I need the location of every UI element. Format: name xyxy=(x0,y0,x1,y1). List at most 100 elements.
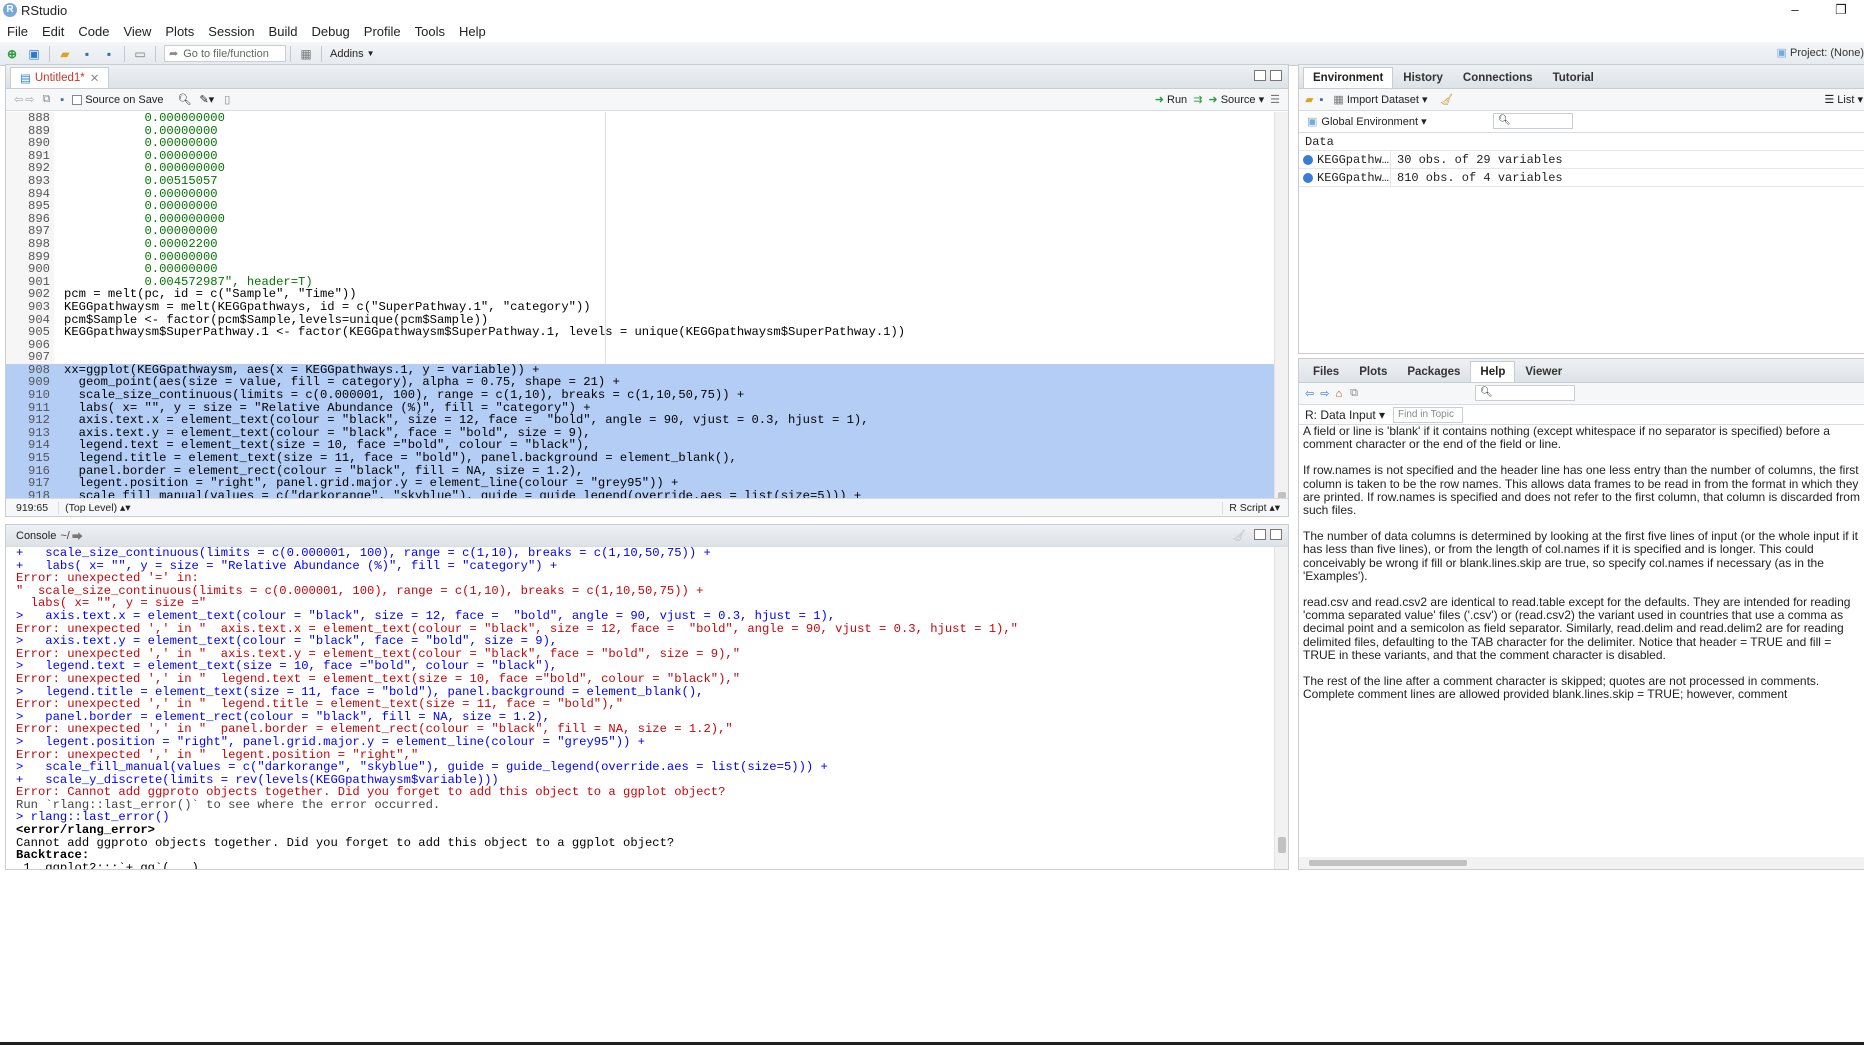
console-pane: Console ~/ ⮕ 🧹︎ + scale_size_continuous(… xyxy=(5,524,1289,870)
minimize-pane-button[interactable] xyxy=(1254,70,1266,81)
scope-selector[interactable]: (Top Level) ▴▾ xyxy=(58,501,131,514)
load-workspace-icon[interactable]: ▰ xyxy=(1305,93,1313,106)
menu-edit[interactable]: Edit xyxy=(35,24,71,39)
code-text: KEGGpathwaysm$SuperPathway.1 <- factor(K… xyxy=(64,325,906,340)
addins-button[interactable]: Addins xyxy=(330,48,364,60)
list-view-selector[interactable]: ☰ List ▾ xyxy=(1824,93,1863,106)
find-in-topic-input[interactable]: Find in Topic xyxy=(1393,407,1463,423)
show-in-window-icon[interactable]: ⧉ xyxy=(42,93,50,106)
home-icon[interactable]: ⌂ xyxy=(1335,388,1342,400)
close-tab-icon[interactable]: ✕ xyxy=(90,71,100,85)
menu-tools[interactable]: Tools xyxy=(408,24,452,39)
tab-plots[interactable]: Plots xyxy=(1349,361,1397,382)
new-file-icon[interactable]: ⊕ xyxy=(4,46,20,62)
show-in-window-icon[interactable]: ⧉ xyxy=(1350,387,1358,400)
help-horizontal-scrollbar[interactable] xyxy=(1299,857,1864,869)
code-line: 893 0.00515057 xyxy=(6,175,1288,188)
menu-code[interactable]: Code xyxy=(71,24,116,39)
source-on-save-checkbox[interactable] xyxy=(72,94,83,105)
maximize-pane-button[interactable] xyxy=(1270,70,1282,81)
environment-tabbar: Environment History Connections Tutorial xyxy=(1299,65,1864,89)
console-title[interactable]: Console xyxy=(16,530,56,542)
back-arrow-icon[interactable]: ⇦ xyxy=(1305,387,1314,400)
environment-row[interactable]: KEGGpathw… 30 obs. of 29 variables xyxy=(1299,151,1864,169)
run-button[interactable]: ➜ Run xyxy=(1155,93,1187,106)
minimize-button[interactable]: – xyxy=(1772,0,1818,20)
environment-row[interactable]: KEGGpathw… 810 obs. of 4 variables xyxy=(1299,169,1864,187)
menu-profile[interactable]: Profile xyxy=(357,24,408,39)
editor-scrollbar[interactable] xyxy=(1274,112,1288,498)
help-search-input[interactable]: 🔍︎ xyxy=(1475,385,1575,401)
clear-console-brush-icon[interactable]: 🧹︎ xyxy=(1232,529,1246,542)
tab-help[interactable]: Help xyxy=(1470,361,1516,382)
menu-view[interactable]: View xyxy=(116,24,158,39)
code-text: 0.00515057 xyxy=(64,173,218,188)
console-line: Cannot add ggproto objects together. Did… xyxy=(16,835,675,850)
console-line: <error/rlang_error> xyxy=(16,823,155,838)
tab-tutorial[interactable]: Tutorial xyxy=(1543,67,1604,88)
help-topic-dropdown[interactable]: R: Data Input ▾ xyxy=(1305,408,1385,422)
code-text: 0.00000000 xyxy=(64,262,218,277)
tab-untitled1[interactable]: ▤ Untitled1* ✕ xyxy=(10,67,110,88)
scrollbar-thumb[interactable] xyxy=(1278,837,1286,853)
forward-arrow-icon[interactable]: ⇨ xyxy=(1320,387,1329,400)
project-button[interactable]: ▣ Project: (None) xyxy=(1777,46,1864,59)
save-icon[interactable]: ▪ xyxy=(60,94,64,106)
expand-icon[interactable] xyxy=(1303,172,1313,183)
tab-files[interactable]: Files xyxy=(1303,361,1349,382)
environment-search-input[interactable]: 🔍︎ xyxy=(1493,113,1573,129)
search-icon: 🔍︎ xyxy=(1480,387,1493,398)
r-logo-icon: ▣ xyxy=(1307,116,1318,128)
restore-button[interactable]: ❐ xyxy=(1818,0,1864,20)
editor-status-bar: 919:65 (Top Level) ▴▾ R Script ▴▾ xyxy=(6,498,1288,516)
save-all-icon[interactable]: ▪ xyxy=(101,46,117,62)
minimize-pane-button[interactable] xyxy=(1254,529,1266,540)
new-project-icon[interactable]: ▣ xyxy=(26,46,42,62)
scrollbar-thumb[interactable] xyxy=(1309,860,1467,866)
code-text: scale_fill_manual(values = c("darkorange… xyxy=(64,488,862,498)
maximize-pane-button[interactable] xyxy=(1270,529,1282,540)
tab-connections[interactable]: Connections xyxy=(1453,67,1543,88)
global-environment-dropdown[interactable]: Global Environment ▾ xyxy=(1321,115,1426,128)
forward-arrow-icon[interactable]: ⇨ xyxy=(25,93,34,106)
import-dataset-button[interactable]: ▦ Import Dataset ▾ xyxy=(1333,93,1427,106)
menu-help[interactable]: Help xyxy=(452,24,493,39)
code-editor[interactable]: 888 0.000000000 889 0.00000000 890 0.00000… xyxy=(6,112,1288,498)
console-scrollbar[interactable] xyxy=(1274,547,1288,869)
menu-build[interactable]: Build xyxy=(262,24,305,39)
go-to-file-input[interactable]: ➦ Go to file/function xyxy=(164,45,286,62)
menu-debug[interactable]: Debug xyxy=(304,24,356,39)
workspace-panes-icon[interactable]: ▦ xyxy=(298,46,314,62)
save-workspace-icon[interactable]: ▪ xyxy=(1319,94,1323,106)
list-icon: ☰ xyxy=(1824,94,1835,106)
file-type-selector[interactable]: R Script ▴▾ xyxy=(1222,501,1280,514)
tab-history[interactable]: History xyxy=(1393,67,1453,88)
help-paragraph: A field or line is 'blank' if it contain… xyxy=(1303,425,1830,452)
window-title: RStudio xyxy=(21,2,68,18)
outline-icon[interactable]: ☰ xyxy=(1270,93,1280,106)
compile-report-icon[interactable]: ▯ xyxy=(224,93,230,106)
print-icon[interactable]: ▭ xyxy=(132,46,148,62)
tab-environment[interactable]: Environment xyxy=(1303,67,1394,88)
clear-workspace-brush-icon[interactable]: 🧹︎ xyxy=(1440,93,1454,106)
rstudio-logo-icon: R xyxy=(3,3,17,17)
console-line: > legent.position = "right", panel.grid.… xyxy=(16,734,645,749)
code-lines: 888 0.000000000 889 0.00000000 890 0.00000… xyxy=(6,112,1288,498)
menu-plots[interactable]: Plots xyxy=(158,24,201,39)
back-arrow-icon[interactable]: ⇦ xyxy=(14,93,23,106)
rerun-icon[interactable]: ⇉ xyxy=(1193,93,1202,106)
code-tools-wand-icon[interactable]: ✎▾ xyxy=(199,93,214,106)
code-line: 906 xyxy=(6,339,1288,352)
console-path-arrow-icon[interactable]: ⮕ xyxy=(72,528,83,544)
expand-icon[interactable] xyxy=(1303,154,1313,165)
open-file-icon[interactable]: ▰ xyxy=(57,46,73,62)
console-output[interactable]: + scale_size_continuous(limits = c(0.000… xyxy=(6,547,1274,869)
console-line: Error: Cannot add ggproto objects togeth… xyxy=(16,785,726,800)
source-button[interactable]: ➜ Source ▾ xyxy=(1208,93,1264,106)
tab-viewer[interactable]: Viewer xyxy=(1515,361,1572,382)
tab-packages[interactable]: Packages xyxy=(1397,361,1470,382)
save-icon[interactable]: ▪ xyxy=(79,46,95,62)
menu-file[interactable]: File xyxy=(0,24,35,39)
menu-session[interactable]: Session xyxy=(201,24,261,39)
search-icon[interactable]: 🔍︎ xyxy=(177,93,191,106)
